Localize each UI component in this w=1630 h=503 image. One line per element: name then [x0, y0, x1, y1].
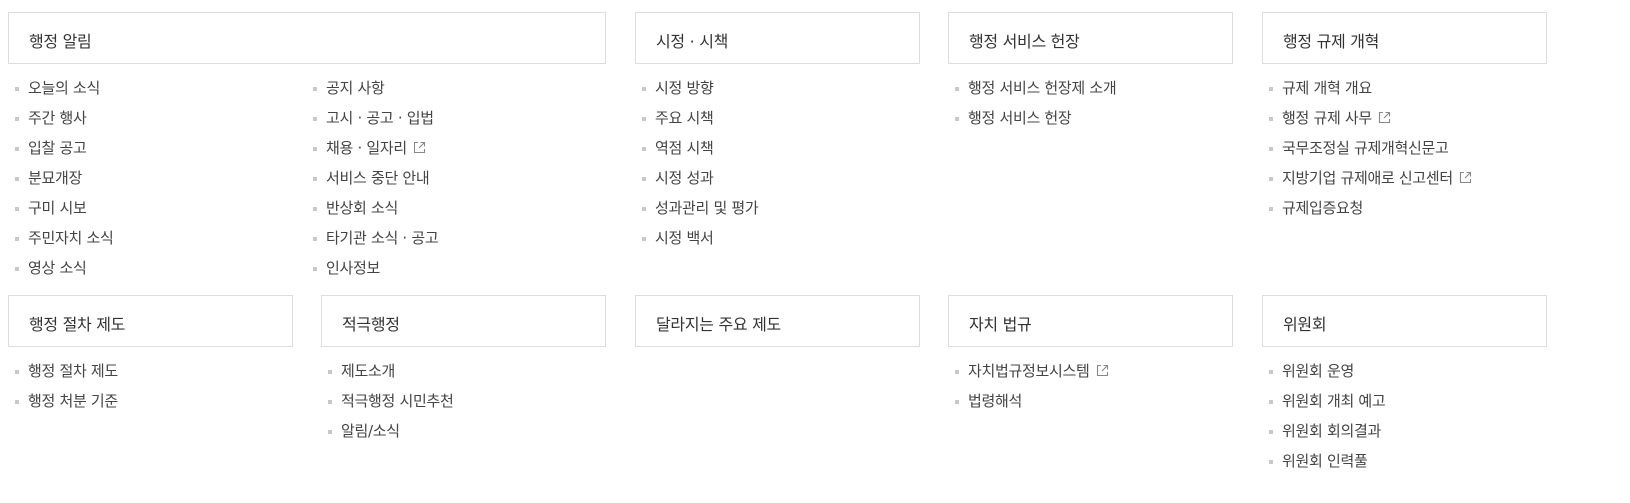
- list-item[interactable]: 분묘개장: [8, 168, 113, 198]
- external-link-icon: [1378, 111, 1390, 123]
- list-item[interactable]: 시정 방향: [635, 78, 758, 108]
- list-item[interactable]: 제도소개: [321, 361, 453, 391]
- list-item[interactable]: 행정 절차 제도: [8, 361, 118, 391]
- list-item[interactable]: 주요 시책: [635, 108, 758, 138]
- list-item[interactable]: 입찰 공고: [8, 138, 113, 168]
- procedure-list: 행정 절차 제도 행정 처분 기준: [8, 361, 118, 421]
- list-item[interactable]: 시정 성과: [635, 168, 758, 198]
- section-header-policy[interactable]: 시정 · 시책: [635, 12, 920, 64]
- list-item[interactable]: 구미 시보: [8, 198, 113, 228]
- list-item-label: 자치법규정보시스템: [968, 362, 1090, 380]
- section-title: 자치 법규: [969, 315, 1032, 334]
- section-header-proactive[interactable]: 적극행정: [321, 295, 606, 347]
- policy-list: 시정 방향 주요 시책 역점 시책 시정 성과 성과관리 및 평가 시정 백서: [635, 78, 759, 258]
- section-title: 행정 알림: [29, 32, 92, 51]
- list-item[interactable]: 영상 소식: [8, 258, 113, 288]
- list-item[interactable]: 역점 시책: [635, 138, 758, 168]
- list-item[interactable]: 국무조정실 규제개혁신문고: [1262, 138, 1472, 168]
- list-item[interactable]: 반상회 소식: [306, 198, 438, 228]
- proactive-list: 제도소개 적극행정 시민추천 알림/소식: [321, 361, 454, 451]
- list-item[interactable]: 주간 행사: [8, 108, 113, 138]
- admin-notice-list-col1: 오늘의 소식 주간 행사 입찰 공고 분묘개장 구미 시보 주민자치 소식 영상…: [8, 78, 114, 288]
- list-item[interactable]: 공지 사항: [306, 78, 438, 108]
- committee-list: 위원회 운영 위원회 개최 예고 위원회 회의결과 위원회 인력풀: [1262, 361, 1386, 481]
- section-title: 위원회: [1283, 315, 1327, 334]
- list-item[interactable]: 법령해석: [948, 391, 1109, 421]
- list-item[interactable]: 행정 서비스 헌장제 소개: [948, 78, 1117, 108]
- list-item-label: 지방기업 규제애로 신고센터: [1282, 169, 1453, 187]
- list-item[interactable]: 서비스 중단 안내: [306, 168, 438, 198]
- list-item[interactable]: 규제입증요청: [1262, 198, 1472, 228]
- external-link-icon: [1096, 364, 1108, 376]
- list-item-label: 행정 규제 사무: [1282, 109, 1372, 127]
- list-item-label: 채용 · 일자리: [326, 139, 407, 157]
- list-item[interactable]: 위원회 운영: [1262, 361, 1385, 391]
- regulation-reform-list: 규제 개혁 개요 행정 규제 사무 국무조정실 규제개혁신문고 지방기업 규제애…: [1262, 78, 1472, 228]
- list-item[interactable]: 적극행정 시민추천: [321, 391, 454, 421]
- external-link-icon: [413, 141, 425, 153]
- list-item[interactable]: 타기관 소식 · 공고: [306, 228, 439, 258]
- list-item[interactable]: 인사정보: [306, 258, 438, 288]
- list-item[interactable]: 주민자치 소식: [8, 228, 114, 258]
- list-item[interactable]: 위원회 회의결과: [1262, 421, 1385, 451]
- list-item-external[interactable]: 지방기업 규제애로 신고센터: [1262, 168, 1472, 198]
- list-item[interactable]: 오늘의 소식: [8, 78, 113, 108]
- section-header-admin-notice[interactable]: 행정 알림: [8, 12, 606, 64]
- section-header-ordinance[interactable]: 자치 법규: [948, 295, 1233, 347]
- section-title: 적극행정: [342, 315, 400, 334]
- section-header-changing-systems[interactable]: 달라지는 주요 제도: [635, 295, 920, 347]
- list-item-external[interactable]: 채용 · 일자리: [306, 138, 438, 168]
- list-item[interactable]: 행정 서비스 헌장: [948, 108, 1116, 138]
- section-title: 달라지는 주요 제도: [656, 315, 781, 334]
- list-item[interactable]: 알림/소식: [321, 421, 453, 451]
- service-charter-list: 행정 서비스 헌장제 소개 행정 서비스 헌장: [948, 78, 1117, 138]
- section-title: 행정 서비스 헌장: [969, 32, 1080, 51]
- list-item[interactable]: 위원회 개최 예고: [1262, 391, 1386, 421]
- list-item[interactable]: 시정 백서: [635, 228, 758, 258]
- admin-notice-list-col2: 공지 사항 고시 · 공고 · 입법 채용 · 일자리 서비스 중단 안내 반상…: [306, 78, 439, 288]
- list-item[interactable]: 행정 처분 기준: [8, 391, 118, 421]
- list-item[interactable]: 성과관리 및 평가: [635, 198, 759, 228]
- section-title: 행정 절차 제도: [29, 315, 126, 334]
- list-item[interactable]: 규제 개혁 개요: [1262, 78, 1472, 108]
- list-item[interactable]: 고시 · 공고 · 입법: [306, 108, 438, 138]
- section-header-procedure[interactable]: 행정 절차 제도: [8, 295, 293, 347]
- section-header-committee[interactable]: 위원회: [1262, 295, 1547, 347]
- section-header-regulation-reform[interactable]: 행정 규제 개혁: [1262, 12, 1547, 64]
- list-item[interactable]: 위원회 인력풀: [1262, 451, 1385, 481]
- ordinance-list: 자치법규정보시스템 법령해석: [948, 361, 1109, 421]
- section-title: 시정 · 시책: [656, 32, 729, 51]
- list-item-external[interactable]: 행정 규제 사무: [1262, 108, 1472, 138]
- section-title: 행정 규제 개혁: [1283, 32, 1380, 51]
- list-item-external[interactable]: 자치법규정보시스템: [948, 361, 1109, 391]
- section-header-service-charter[interactable]: 행정 서비스 헌장: [948, 12, 1233, 64]
- external-link-icon: [1459, 171, 1471, 183]
